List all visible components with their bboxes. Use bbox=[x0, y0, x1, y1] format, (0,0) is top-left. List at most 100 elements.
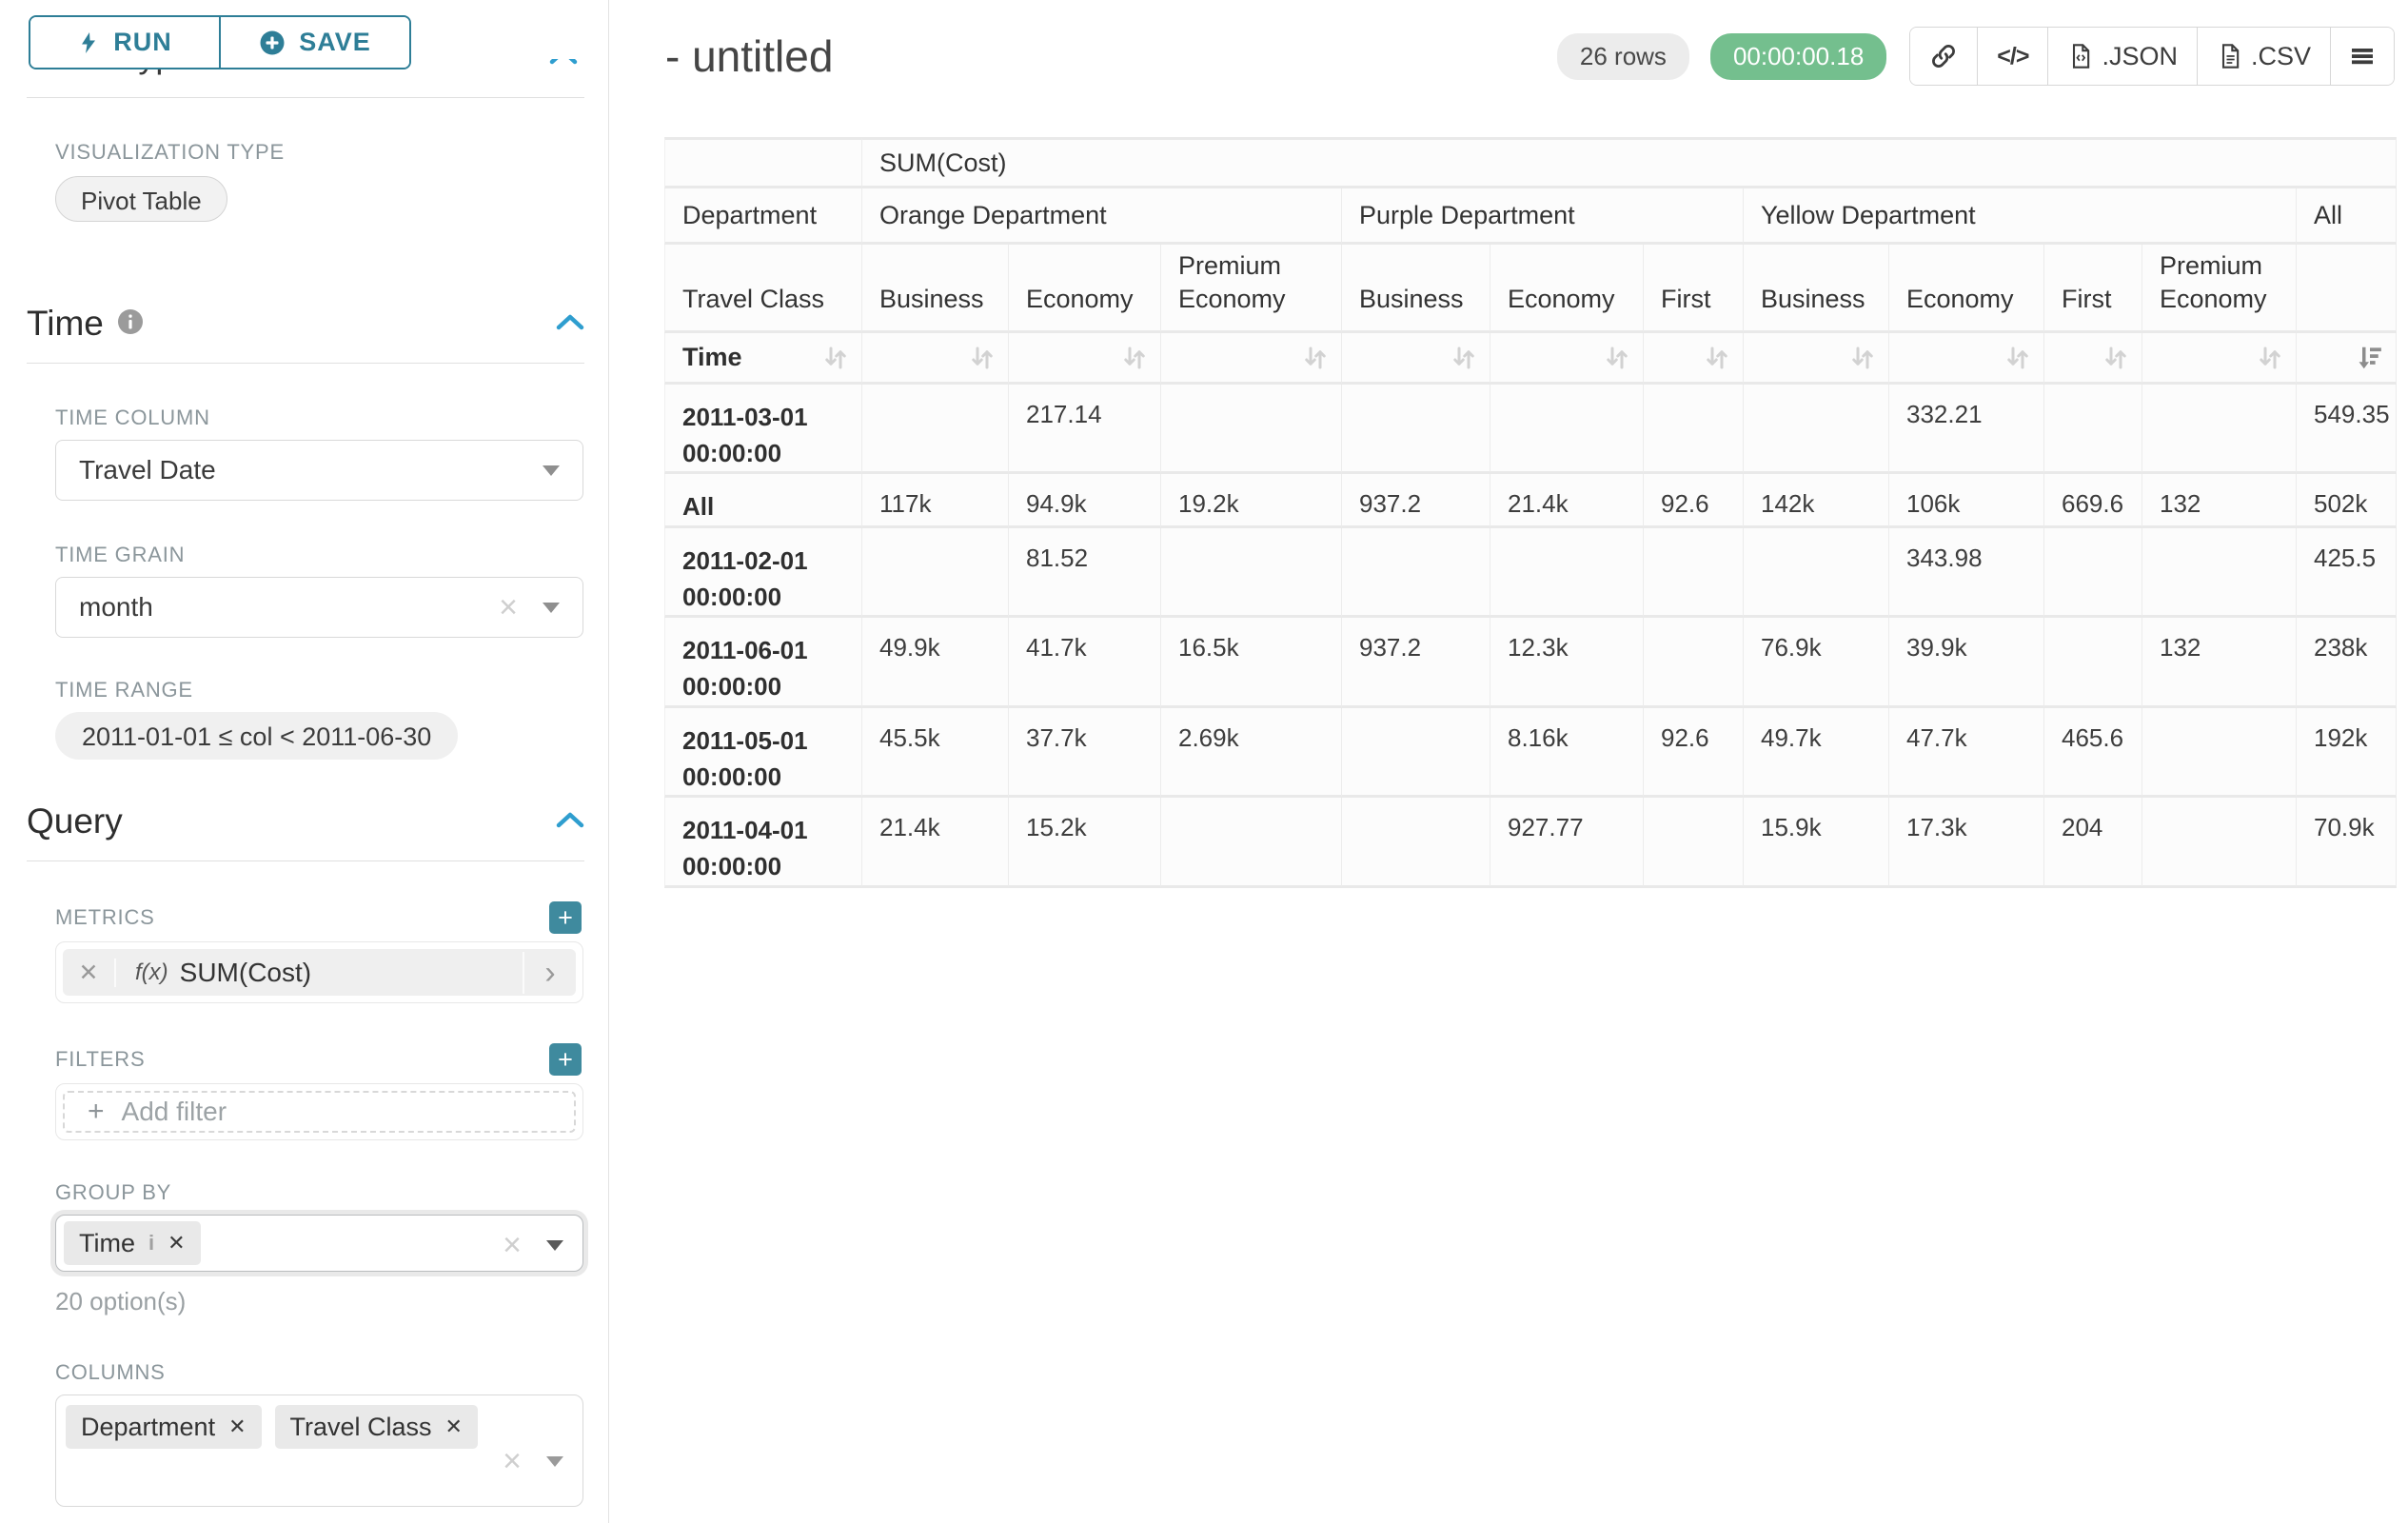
menu-button[interactable] bbox=[2330, 28, 2394, 85]
chevron-up-icon[interactable] bbox=[556, 811, 584, 833]
pivot-time-label: Time bbox=[682, 343, 742, 372]
pivot-row-header: 2011-03-01 00:00:00 bbox=[664, 385, 862, 474]
pivot-column-header: First bbox=[1644, 245, 1744, 333]
sort-desc-icon[interactable] bbox=[2356, 344, 2384, 372]
group-by-label: GROUP BY bbox=[55, 1180, 608, 1205]
pivot-cell: 39.9k bbox=[1889, 618, 2044, 707]
pivot-column-header: Business bbox=[1342, 245, 1490, 333]
sort-icon[interactable] bbox=[1603, 344, 1631, 372]
export-csv-button[interactable]: .CSV bbox=[2197, 28, 2330, 85]
sort-icon[interactable] bbox=[1450, 344, 1478, 372]
pivot-row-header: 2011-02-01 00:00:00 bbox=[664, 528, 862, 618]
pivot-column-group-header: Purple Department bbox=[1342, 188, 1744, 245]
pivot-cell: 45.5k bbox=[862, 708, 1009, 798]
pivot-cell: 217.14 bbox=[1009, 385, 1161, 474]
sort-icon[interactable] bbox=[1120, 344, 1149, 372]
pivot-cell bbox=[1342, 798, 1490, 887]
pivot-row-header: 2011-04-01 00:00:00 bbox=[664, 798, 862, 887]
pivot-cell: 15.9k bbox=[1744, 798, 1889, 887]
column-info-icon: i bbox=[148, 1231, 154, 1256]
time-grain-value: month bbox=[79, 592, 153, 623]
pivot-cell bbox=[2142, 708, 2297, 798]
pivot-cell bbox=[1490, 385, 1644, 474]
caret-down-icon bbox=[543, 603, 560, 613]
sort-icon[interactable] bbox=[968, 344, 997, 372]
time-grain-select[interactable]: month × bbox=[55, 577, 583, 638]
columns-select[interactable]: Department ✕ Travel Class ✕ × bbox=[55, 1394, 583, 1507]
pivot-cell: 332.21 bbox=[1889, 385, 2044, 474]
time-column-value: Travel Date bbox=[79, 455, 216, 485]
visualization-type-value[interactable]: Pivot Table bbox=[55, 176, 227, 222]
group-by-select[interactable]: Time i ✕ × bbox=[55, 1215, 583, 1272]
add-filter-plus-button[interactable]: + bbox=[549, 1043, 582, 1076]
metrics-header-row: METRICS + bbox=[55, 901, 582, 934]
pivot-cell: 49.7k bbox=[1744, 708, 1889, 798]
chevron-up-icon[interactable] bbox=[556, 313, 584, 335]
clear-x-icon[interactable]: × bbox=[503, 1445, 522, 1477]
pivot-cell: 549.35 bbox=[2297, 385, 2397, 474]
table-row: 2011-05-01 00:00:0045.5k37.7k2.69k8.16k9… bbox=[664, 708, 2397, 798]
time-column-select[interactable]: Travel Date bbox=[55, 440, 583, 501]
chevron-right-icon[interactable]: › bbox=[523, 952, 576, 994]
pivot-metric-header: SUM(Cost) bbox=[862, 137, 2397, 188]
pivot-cell: 49.9k bbox=[862, 618, 1009, 707]
sort-icon[interactable] bbox=[2256, 344, 2284, 372]
pivot-column-header: Economy bbox=[1889, 245, 2044, 333]
pivot-cell bbox=[1744, 528, 1889, 618]
short-link-button[interactable] bbox=[1910, 28, 1977, 85]
pivot-cell bbox=[2142, 528, 2297, 618]
pivot-column-header: Economy bbox=[1490, 245, 1644, 333]
clear-x-icon[interactable]: × bbox=[503, 1229, 522, 1261]
pivot-cell: 17.3k bbox=[1889, 798, 2044, 887]
metrics-label: METRICS bbox=[55, 905, 155, 930]
add-metric-button[interactable]: + bbox=[549, 901, 582, 934]
pivot-cell bbox=[1161, 385, 1342, 474]
export-json-button[interactable]: .JSON bbox=[2047, 28, 2197, 85]
pivot-cell: 937.2 bbox=[1342, 618, 1490, 707]
pivot-cell bbox=[1342, 528, 1490, 618]
time-range-value[interactable]: 2011-01-01 ≤ col < 2011-06-30 bbox=[55, 712, 458, 760]
pivot-cell: 37.7k bbox=[1009, 708, 1161, 798]
sort-icon[interactable] bbox=[1848, 344, 1877, 372]
pivot-cell bbox=[2142, 385, 2297, 474]
chip-close-icon[interactable]: ✕ bbox=[168, 1231, 185, 1256]
table-row: 2011-02-01 00:00:0081.52343.98425.5 bbox=[664, 528, 2397, 618]
pivot-column-header bbox=[2297, 245, 2397, 333]
chip-label: Department bbox=[81, 1413, 215, 1442]
pivot-cell: 41.7k bbox=[1009, 618, 1161, 707]
pivot-row-header: 2011-05-01 00:00:00 bbox=[664, 708, 862, 798]
metric-chip[interactable]: ✕ f(x) SUM(Cost) › bbox=[63, 949, 576, 996]
metrics-field: ✕ f(x) SUM(Cost) › bbox=[55, 941, 583, 1003]
sort-icon[interactable] bbox=[2003, 344, 2032, 372]
control-panel-sidebar: Chart Type RUN SAVE VISUALIZATION TYPE P… bbox=[0, 0, 609, 1523]
sort-icon[interactable] bbox=[821, 344, 850, 372]
chart-title[interactable]: - untitled bbox=[665, 30, 833, 82]
clear-x-icon[interactable]: × bbox=[499, 591, 518, 623]
time-section-header: Time bbox=[27, 304, 584, 344]
sidebar-sticky-header: Chart Type RUN SAVE bbox=[0, 0, 608, 98]
pivot-column-header: Business bbox=[1744, 245, 1889, 333]
pivot-cell: 19.2k bbox=[1161, 474, 1342, 528]
json-label: .JSON bbox=[2102, 42, 2178, 71]
sort-icon[interactable] bbox=[1703, 344, 1731, 372]
sort-icon[interactable] bbox=[1301, 344, 1330, 372]
pivot-column-group-header: Yellow Department bbox=[1744, 188, 2297, 245]
chip-close-icon[interactable]: ✕ bbox=[445, 1414, 463, 1439]
table-row: 2011-03-01 00:00:00 217.14 332.21 549.35 bbox=[664, 385, 2397, 474]
run-button[interactable]: RUN bbox=[30, 17, 219, 68]
columns-chip: Travel Class ✕ bbox=[275, 1405, 478, 1449]
pivot-cell: 465.6 bbox=[2044, 708, 2142, 798]
pivot-cell bbox=[2044, 528, 2142, 618]
sort-icon[interactable] bbox=[2102, 344, 2130, 372]
pivot-cell bbox=[2044, 618, 2142, 707]
filters-label: FILTERS bbox=[55, 1047, 145, 1072]
embed-code-button[interactable]: </> bbox=[1977, 28, 2047, 85]
pivot-column-header: Business bbox=[862, 245, 1009, 333]
pivot-cell: 669.6 bbox=[2044, 474, 2142, 528]
add-filter-button[interactable]: + Add filter bbox=[63, 1091, 576, 1133]
save-button[interactable]: SAVE bbox=[219, 17, 409, 68]
time-section-title: Time bbox=[27, 304, 104, 344]
chip-close-icon[interactable]: ✕ bbox=[228, 1414, 246, 1439]
remove-metric-icon[interactable]: ✕ bbox=[63, 959, 116, 987]
pivot-cell: 16.5k bbox=[1161, 618, 1342, 707]
